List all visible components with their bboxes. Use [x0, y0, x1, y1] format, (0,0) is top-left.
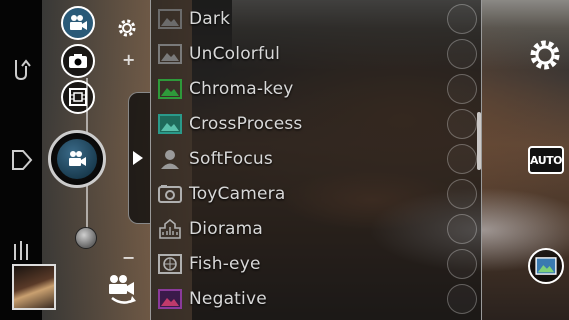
settings-gear-icon[interactable]: [528, 38, 562, 72]
camera-icon: [69, 54, 87, 68]
zoom-in-icon[interactable]: +: [122, 50, 135, 69]
menu-item-toycamera[interactable]: ToyCamera: [151, 176, 481, 211]
menu-item-diorama[interactable]: Diorama: [151, 211, 481, 246]
right-controls: AUTO: [520, 0, 569, 320]
video-camera-icon: [70, 15, 87, 30]
grid-icon: [69, 88, 87, 106]
buildings-icon: [157, 218, 183, 240]
menu-item-uncolorful[interactable]: UnColorful: [151, 36, 481, 71]
zoom-slider-thumb[interactable]: [75, 227, 97, 249]
fisheye-icon: [157, 253, 183, 275]
landscape-icon: [157, 78, 183, 100]
panorama-mode-button[interactable]: [61, 80, 95, 114]
menu-item-chroma-key[interactable]: Chroma-key: [151, 71, 481, 106]
menu-item-label: Diorama: [189, 218, 263, 239]
scrollbar[interactable]: [477, 112, 481, 170]
radio-button[interactable]: [447, 283, 477, 314]
radio-button[interactable]: [447, 248, 477, 279]
radio-button[interactable]: [447, 3, 477, 34]
menu-item-label: UnColorful: [189, 43, 281, 64]
toy-camera-icon: [157, 183, 183, 205]
gear-icon[interactable]: [116, 17, 138, 43]
switch-video-icon[interactable]: [104, 274, 144, 312]
menu-item-label: Chroma-key: [189, 78, 294, 99]
radio-button[interactable]: [447, 213, 477, 244]
gallery-thumbnail[interactable]: [12, 264, 56, 310]
landscape-icon: [157, 288, 183, 310]
landscape-icon: [535, 257, 557, 275]
person-icon: [157, 148, 183, 170]
scene-auto-badge[interactable]: AUTO: [528, 146, 564, 174]
landscape-icon: [157, 8, 183, 30]
menu-item-crossprocess[interactable]: CrossProcess: [151, 106, 481, 141]
menu-item-label: CrossProcess: [189, 113, 303, 134]
menu-item-label: Fish-eye: [189, 253, 261, 274]
video-mode-button[interactable]: [61, 6, 95, 40]
menu-item-softfocus[interactable]: SoftFocus: [151, 141, 481, 176]
photo-mode-button[interactable]: [61, 44, 95, 78]
radio-button[interactable]: [447, 108, 477, 139]
menu-item-dark[interactable]: Dark: [151, 1, 481, 36]
play-arrow-icon: [133, 151, 143, 165]
menu-item-label: ToyCamera: [189, 183, 286, 204]
zoom-out-icon[interactable]: −: [122, 248, 135, 267]
radio-button[interactable]: [447, 178, 477, 209]
landscape-icon: [157, 113, 183, 135]
effects-menu: Dark UnColorful Chroma-key CrossProcess …: [150, 0, 482, 320]
radio-button[interactable]: [447, 143, 477, 174]
landscape-icon: [157, 43, 183, 65]
radio-button[interactable]: [447, 73, 477, 104]
menu-item-fish-eye[interactable]: Fish-eye: [151, 246, 481, 281]
menu-item-label: Dark: [189, 8, 231, 29]
radio-button[interactable]: [447, 38, 477, 69]
video-camera-icon: [69, 151, 86, 166]
record-button[interactable]: [48, 130, 106, 188]
menu-item-negative[interactable]: Negative: [151, 281, 481, 316]
menu-item-label: SoftFocus: [189, 148, 273, 169]
effects-button[interactable]: [528, 248, 564, 284]
menu-item-label: Negative: [189, 288, 267, 309]
